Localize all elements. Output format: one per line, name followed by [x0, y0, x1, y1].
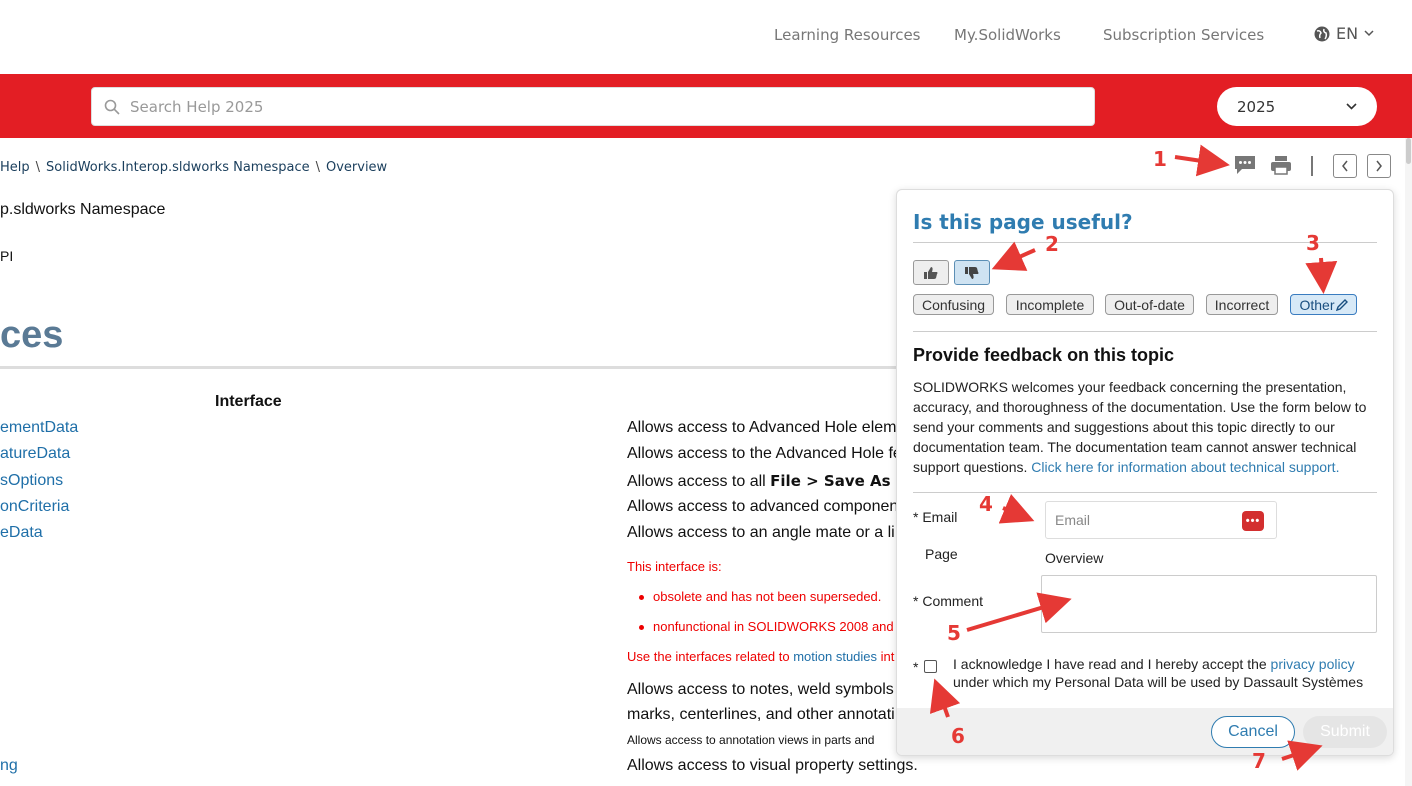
annotation-number: 1 — [1153, 147, 1167, 171]
language-label: EN — [1336, 24, 1359, 43]
breadcrumb-namespace[interactable]: SolidWorks.Interop.sldworks Namespace — [46, 160, 310, 175]
comment-label: * Comment — [913, 593, 984, 609]
interface-link[interactable]: atureData — [0, 445, 70, 463]
breadcrumb-help[interactable]: Help — [0, 160, 30, 175]
feedback-section-title: Provide feedback on this topic — [913, 345, 1175, 365]
nav-learning-resources[interactable]: Learning Resources — [774, 26, 921, 44]
motion-studies-link[interactable]: motion studies — [793, 649, 877, 664]
obsolete-intro: This interface is: — [627, 559, 722, 574]
feedback-intro: SOLIDWORKS welcomes your feedback concer… — [913, 379, 1367, 475]
chevron-down-icon — [1364, 30, 1374, 37]
interface-description: Allows access to visual property setting… — [627, 757, 918, 774]
comment-icon — [1235, 156, 1255, 174]
obsolete-item: nonfunctional in SOLIDWORKS 2008 and — [653, 619, 894, 634]
interface-description: Allows access to the Advanced Hole fe — [627, 445, 902, 462]
reason-other[interactable]: Other — [1290, 294, 1357, 315]
page-label: Page — [925, 546, 958, 562]
reason-incorrect[interactable]: Incorrect — [1206, 294, 1278, 315]
previous-page-button[interactable] — [1333, 154, 1357, 178]
page-value: Overview — [1045, 550, 1104, 566]
interface-link[interactable]: sOptions — [0, 472, 63, 490]
annotation-arrow — [1174, 144, 1230, 177]
namespace-title: p.sldworks Namespace — [0, 201, 166, 218]
email-input[interactable] — [1055, 512, 1235, 528]
reason-other-label: Other — [1299, 296, 1335, 313]
reason-incomplete[interactable]: Incomplete — [1006, 294, 1094, 315]
interface-link[interactable]: ng — [0, 757, 18, 775]
required-marker: * — [913, 659, 919, 675]
print-button[interactable] — [1270, 154, 1292, 176]
search-icon — [104, 99, 120, 115]
email-label: * Email — [913, 509, 958, 525]
annotation-number: 4 — [979, 492, 993, 516]
scrollbar-thumb[interactable] — [1406, 138, 1411, 164]
search-box[interactable] — [91, 87, 1095, 126]
interface-link[interactable]: onCriteria — [0, 498, 69, 516]
password-manager-icon[interactable]: ••• — [1242, 511, 1264, 531]
feedback-panel: Is this page useful? Confusing Incomplet… — [896, 189, 1394, 756]
column-header-interface: Interface — [215, 393, 282, 410]
divider — [913, 331, 1377, 332]
thumbs-down-icon — [965, 266, 979, 279]
cancel-button[interactable]: Cancel — [1211, 716, 1295, 748]
interface-description: marks, centerlines, and other annotati — [627, 706, 895, 723]
thumbs-down-button[interactable] — [954, 260, 990, 285]
version-select[interactable]: 2025 — [1217, 87, 1377, 126]
printer-icon — [1271, 156, 1291, 175]
bullet — [639, 595, 644, 600]
reason-out-of-date[interactable]: Out-of-date — [1105, 294, 1194, 315]
annotation-number: 7 — [1252, 749, 1266, 773]
next-page-button[interactable] — [1367, 154, 1391, 178]
feedback-title: Is this page useful? — [913, 210, 1133, 234]
submit-button[interactable]: Submit — [1303, 716, 1387, 748]
nav-my-solidworks[interactable]: My.SolidWorks — [954, 26, 1061, 44]
use-related-note: Use the interfaces related to motion stu… — [627, 649, 895, 664]
privacy-checkbox[interactable] — [924, 660, 937, 673]
interface-link[interactable]: eData — [0, 524, 43, 542]
language-selector[interactable]: EN — [1314, 24, 1374, 43]
bullet — [639, 625, 644, 630]
scrollbar[interactable] — [1405, 138, 1412, 786]
heading-divider — [0, 366, 905, 369]
interface-link[interactable]: ementData — [0, 419, 78, 437]
privacy-acknowledgement: I acknowledge I have read and I hereby a… — [953, 656, 1364, 690]
email-field[interactable]: ••• — [1045, 501, 1277, 539]
technical-support-link[interactable]: Click here for information about technic… — [1031, 459, 1339, 475]
breadcrumb-separator: \ — [35, 160, 41, 175]
search-input[interactable] — [130, 97, 1030, 116]
breadcrumb-overview[interactable]: Overview — [326, 160, 387, 175]
chevron-right-icon — [1376, 160, 1382, 172]
interface-description: Allows access to annotation views in par… — [627, 733, 875, 747]
thumbs-up-button[interactable] — [913, 260, 949, 285]
breadcrumb-separator: \ — [315, 160, 320, 175]
comment-textarea[interactable] — [1041, 575, 1377, 633]
annotation-number: 6 — [951, 724, 965, 748]
annotation-number: 5 — [947, 621, 961, 645]
section-heading: ces — [0, 314, 64, 356]
version-value: 2025 — [1237, 97, 1276, 116]
toolbar-divider — [1311, 156, 1313, 176]
feedback-button[interactable] — [1233, 154, 1257, 176]
annotation-number: 2 — [1045, 232, 1059, 256]
interface-description: Allows access to all File > Save As — [627, 472, 891, 490]
chevron-left-icon — [1342, 160, 1348, 172]
interface-description: Allows access to notes, weld symbols — [627, 681, 894, 698]
breadcrumb: Help \ SolidWorks.Interop.sldworks Names… — [0, 160, 387, 175]
thumbs-up-icon — [924, 266, 938, 279]
nav-subscription-services[interactable]: Subscription Services — [1103, 26, 1264, 44]
obsolete-item: obsolete and has not been superseded. — [653, 589, 882, 604]
api-label: PI — [0, 248, 14, 264]
chevron-down-icon — [1346, 103, 1357, 110]
interface-description: Allows access to advanced componen — [627, 498, 899, 515]
pencil-icon — [1335, 298, 1348, 311]
globe-icon — [1314, 26, 1330, 41]
top-navigation: Learning Resources My.SolidWorks Subscri… — [0, 0, 1412, 74]
reason-confusing[interactable]: Confusing — [913, 294, 994, 315]
interface-description: Allows access to Advanced Hole elem — [627, 419, 897, 436]
privacy-policy-link[interactable]: privacy policy — [1271, 656, 1355, 672]
interface-description: Allows access to an angle mate or a li — [627, 524, 895, 541]
annotation-number: 3 — [1306, 231, 1320, 255]
